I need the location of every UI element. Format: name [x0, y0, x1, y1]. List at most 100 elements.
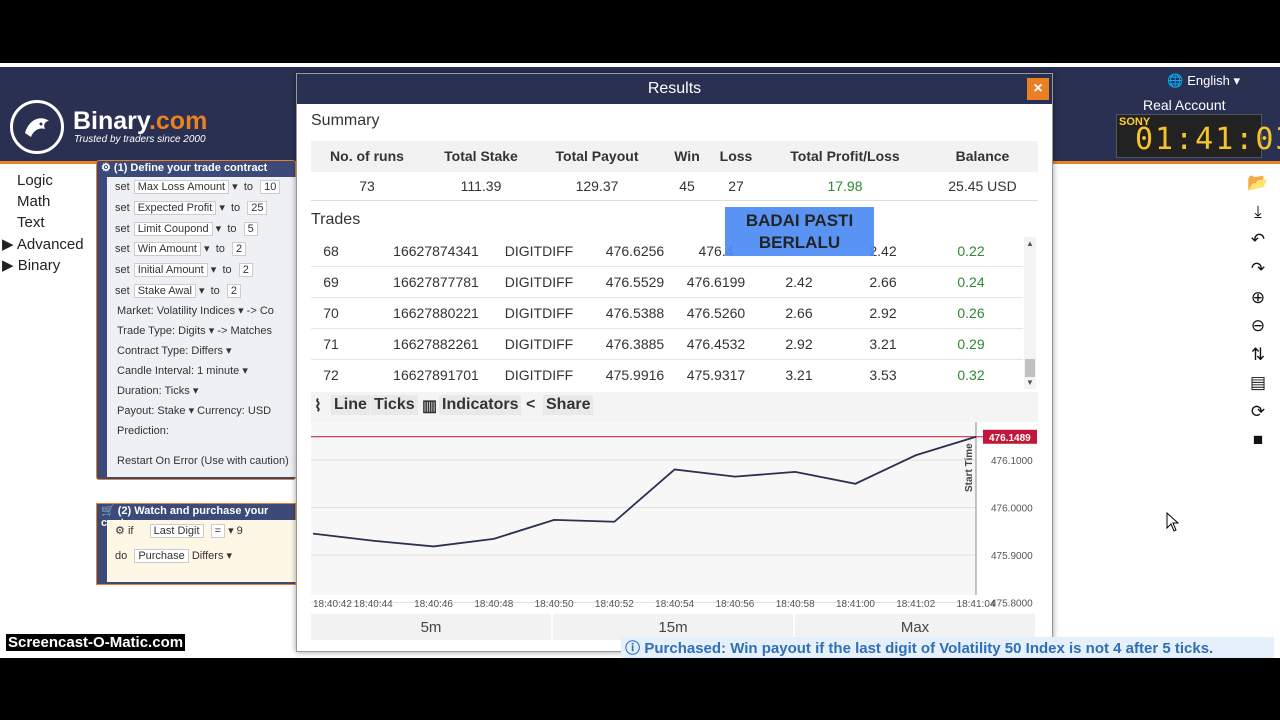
trade-cell: 476.5260: [686, 305, 746, 321]
undo-icon[interactable]: ↶: [1246, 228, 1270, 252]
summary-title: Summary: [311, 112, 380, 129]
account-label[interactable]: Real Account: [1143, 97, 1226, 113]
do-purchase-row[interactable]: do Purchase Differs ▾: [115, 549, 232, 563]
cart-icon: 🛒: [101, 505, 118, 517]
share-button[interactable]: Share: [543, 395, 594, 415]
refresh-icon[interactable]: ⟳: [1246, 400, 1270, 424]
toolbox-item-logic[interactable]: Logic: [17, 172, 53, 189]
dialog-title: Results: [297, 74, 1052, 104]
folder-open-icon[interactable]: 📂: [1246, 171, 1270, 195]
overlay-line: BERLALU: [758, 233, 841, 252]
trades-title: Trades: [311, 211, 361, 228]
trade-definition-block[interactable]: ⚙ (1) Define your trade contract set Max …: [96, 160, 297, 480]
trade-row: 69 16627877781 DIGITDIFF 476.5529 476.6199 2.…: [311, 267, 1023, 298]
notification-text: Purchased: Win payout if the last digit …: [644, 640, 1214, 657]
x-tick-label: 18:40:56: [715, 599, 754, 610]
trade-cell: 3.21: [869, 336, 897, 352]
payout-row[interactable]: Payout: Stake ▾ Currency: USD: [117, 404, 271, 417]
set-variable-row[interactable]: set Initial Amount ▾ to 2: [115, 263, 253, 277]
trade-cell: 16627882261: [393, 336, 479, 352]
set-variable-row[interactable]: set Stake Awal ▾ to 2: [115, 284, 241, 298]
trades-scrollbar[interactable]: ▲ ▼: [1024, 237, 1036, 389]
summary-header-cell: Balance: [955, 148, 1010, 164]
y-tick-label: 475.9000: [991, 551, 1033, 562]
language-label: English: [1187, 73, 1230, 88]
x-tick-label: 18:40:48: [474, 599, 513, 610]
summary-cell: 27: [728, 178, 744, 194]
download-icon[interactable]: ⤓: [1246, 200, 1270, 224]
set-variable-row[interactable]: set Win Amount ▾ to 2: [115, 242, 247, 256]
stop-icon[interactable]: ■: [1246, 428, 1270, 452]
summary-header-cell: Loss: [719, 148, 753, 164]
zoom-out-icon[interactable]: ⊖: [1246, 314, 1270, 338]
prediction-row[interactable]: Prediction:: [117, 425, 169, 437]
trade-cell: 2.66: [785, 305, 813, 321]
toolbox-item-math[interactable]: Math: [17, 193, 50, 210]
block-title: ⚙ (1) Define your trade contract: [101, 162, 268, 174]
toolbox-item-advanced[interactable]: ▶ Advanced: [2, 235, 84, 253]
toolbox-item-binary[interactable]: ▶ Binary: [2, 256, 60, 274]
chart-type-line-button[interactable]: Line: [331, 395, 370, 415]
range-5m-button[interactable]: 5m: [311, 614, 551, 640]
trade-cell: 476.6199: [686, 274, 746, 290]
triangle-right-icon: ▶: [2, 257, 14, 274]
scroll-down-icon[interactable]: ▼: [1024, 378, 1036, 387]
watch-purchase-block[interactable]: 🛒 (2) Watch and purchase your contr ⚙ if…: [96, 503, 297, 585]
binary-logo-icon[interactable]: [10, 100, 64, 154]
trade-cell: 2.42: [785, 274, 813, 290]
summary-header: No. of runs Total Stake Total Payout Win…: [311, 141, 1038, 172]
trade-cell: 2.66: [869, 274, 897, 290]
set-variable-row[interactable]: set Max Loss Amount ▾ to 10: [115, 180, 281, 194]
duration-row[interactable]: Duration: Ticks ▾: [117, 384, 198, 397]
summary-cell: 17.98: [827, 178, 863, 194]
if-condition-row[interactable]: ⚙ if Last Digit = ▾ 9: [115, 524, 243, 538]
restart-on-error-row[interactable]: Restart On Error (Use with caution): [117, 455, 289, 467]
trade-type-row[interactable]: Trade Type: Digits ▾ -> Matches: [117, 324, 272, 337]
market-row[interactable]: Market: Volatility Indices ▾ -> Co: [117, 304, 274, 317]
trade-cell: 16627891701: [393, 367, 479, 383]
chart-plot-area: [311, 422, 976, 595]
trade-cell: 2.92: [869, 305, 897, 321]
set-variable-row[interactable]: set Expected Profit ▾ to 25: [115, 201, 268, 215]
trade-cell: DIGITDIFF: [504, 305, 574, 321]
clock-overlay: SONY 01:41:03: [1116, 114, 1280, 158]
indicators-button[interactable]: Indicators: [439, 395, 522, 415]
block-body: set Max Loss Amount ▾ to 10 set Expected P…: [107, 177, 297, 477]
trade-cell: 476.4532: [686, 336, 746, 352]
trade-cell: 69: [323, 274, 339, 290]
trade-cell: 0.22: [957, 243, 985, 259]
x-tick-label: 18:40:58: [776, 599, 815, 610]
results-dialog: Results × Summary No. of runs Total Stak…: [296, 73, 1053, 652]
trade-cell: 72: [323, 367, 339, 383]
globe-icon: 🌐: [1167, 73, 1184, 88]
scroll-up-icon[interactable]: ▲: [1024, 239, 1036, 248]
set-variable-row[interactable]: set Limit Coupond ▾ to 5: [115, 222, 258, 236]
gear-icon: ⚙: [101, 162, 114, 174]
triangle-right-icon: ▶: [2, 236, 14, 253]
trade-row: 71 16627882261 DIGITDIFF 476.3885 476.4532 2.…: [311, 329, 1023, 360]
trade-cell: DIGITDIFF: [504, 367, 574, 383]
summary-cell: 73: [359, 178, 375, 194]
x-tick-label: 18:40:44: [354, 599, 393, 610]
candle-interval-row[interactable]: Candle Interval: 1 minute ▾: [117, 364, 248, 377]
trade-cell: 2.92: [785, 336, 813, 352]
chart-toolbar: ⌇ Line Ticks ▥ Indicators < Share: [311, 392, 1038, 422]
chart-type-ticks-button[interactable]: Ticks: [371, 395, 418, 415]
language-selector[interactable]: 🌐 English ▾: [1167, 73, 1240, 89]
x-tick-label: 18:40:54: [655, 599, 694, 610]
recorder-watermark: Screencast-O-Matic.com: [6, 634, 186, 651]
trade-cell: DIGITDIFF: [504, 336, 574, 352]
trade-cell: 16627880221: [393, 305, 479, 321]
scrollbar-thumb[interactable]: [1025, 359, 1035, 377]
contract-type-row[interactable]: Contract Type: Differs ▾: [117, 344, 232, 357]
zoom-in-icon[interactable]: ⊕: [1246, 286, 1270, 310]
x-tick-label: 18:40:52: [595, 599, 634, 610]
close-icon[interactable]: ×: [1027, 78, 1049, 100]
redo-icon[interactable]: ↷: [1246, 257, 1270, 281]
block-body: ⚙ if Last Digit = ▾ 9 do Purchase Differ…: [107, 520, 297, 582]
sort-icon[interactable]: ⇅: [1246, 343, 1270, 367]
document-icon[interactable]: ▤: [1246, 371, 1270, 395]
toolbox-item-text[interactable]: Text: [17, 214, 45, 231]
summary-cell: 25.45 USD: [948, 178, 1017, 194]
trade-row: 72 16627891701 DIGITDIFF 475.9916 475.9317 3.…: [311, 360, 1023, 388]
